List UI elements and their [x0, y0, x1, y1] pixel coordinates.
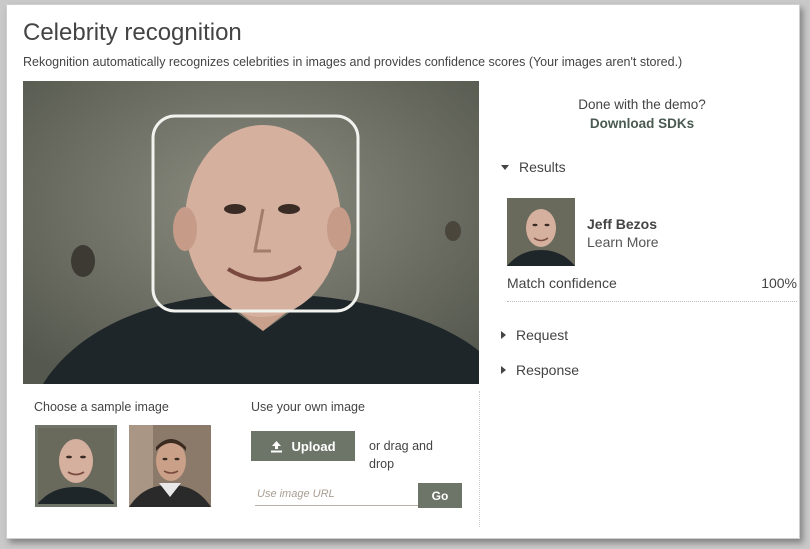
- sample-face-1: [35, 425, 117, 507]
- results-divider: [507, 301, 797, 302]
- celebrity-thumbnail: [507, 198, 575, 266]
- download-sdks-link[interactable]: Download SDKs: [487, 116, 797, 131]
- upload-button[interactable]: Upload: [251, 431, 355, 461]
- results-toggle[interactable]: Results: [501, 159, 566, 175]
- sample-image-label: Choose a sample image: [34, 400, 169, 414]
- page-subtitle: Rekognition automatically recognizes cel…: [23, 55, 683, 69]
- demo-frame: Celebrity recognition Rekognition automa…: [6, 4, 800, 539]
- column-divider: [479, 391, 480, 527]
- demo-done-text: Done with the demo?: [578, 97, 706, 112]
- own-image-label: Use your own image: [251, 400, 365, 414]
- results-label: Results: [519, 159, 566, 175]
- match-confidence-label: Match confidence: [507, 275, 617, 291]
- sample-face-2: [129, 425, 211, 507]
- response-label: Response: [516, 362, 580, 378]
- page-title: Celebrity recognition: [23, 19, 242, 46]
- image-url-input[interactable]: [255, 483, 419, 506]
- triangle-right-icon: [501, 366, 506, 374]
- portrait-illustration: [23, 81, 479, 384]
- triangle-right-icon: [501, 331, 506, 339]
- sample-image-1[interactable]: [35, 425, 117, 507]
- learn-more-link[interactable]: Learn More: [587, 234, 659, 250]
- celebrity-name: Jeff Bezos: [587, 216, 658, 232]
- request-toggle[interactable]: Request: [501, 327, 568, 343]
- response-toggle[interactable]: Response: [501, 362, 579, 378]
- upload-icon: [271, 440, 283, 452]
- go-button[interactable]: Go: [418, 483, 462, 508]
- celebrity-face-image: [507, 198, 575, 266]
- drag-drop-text: or drag and drop: [369, 439, 433, 471]
- match-confidence-value: 100%: [761, 275, 797, 291]
- upload-label: Upload: [291, 438, 336, 454]
- triangle-down-icon: [501, 164, 509, 170]
- results-panel: Done with the demo? Download SDKs Result…: [487, 81, 797, 381]
- sample-image-2[interactable]: [129, 425, 211, 507]
- request-label: Request: [516, 327, 569, 343]
- analyzed-image: [23, 81, 479, 384]
